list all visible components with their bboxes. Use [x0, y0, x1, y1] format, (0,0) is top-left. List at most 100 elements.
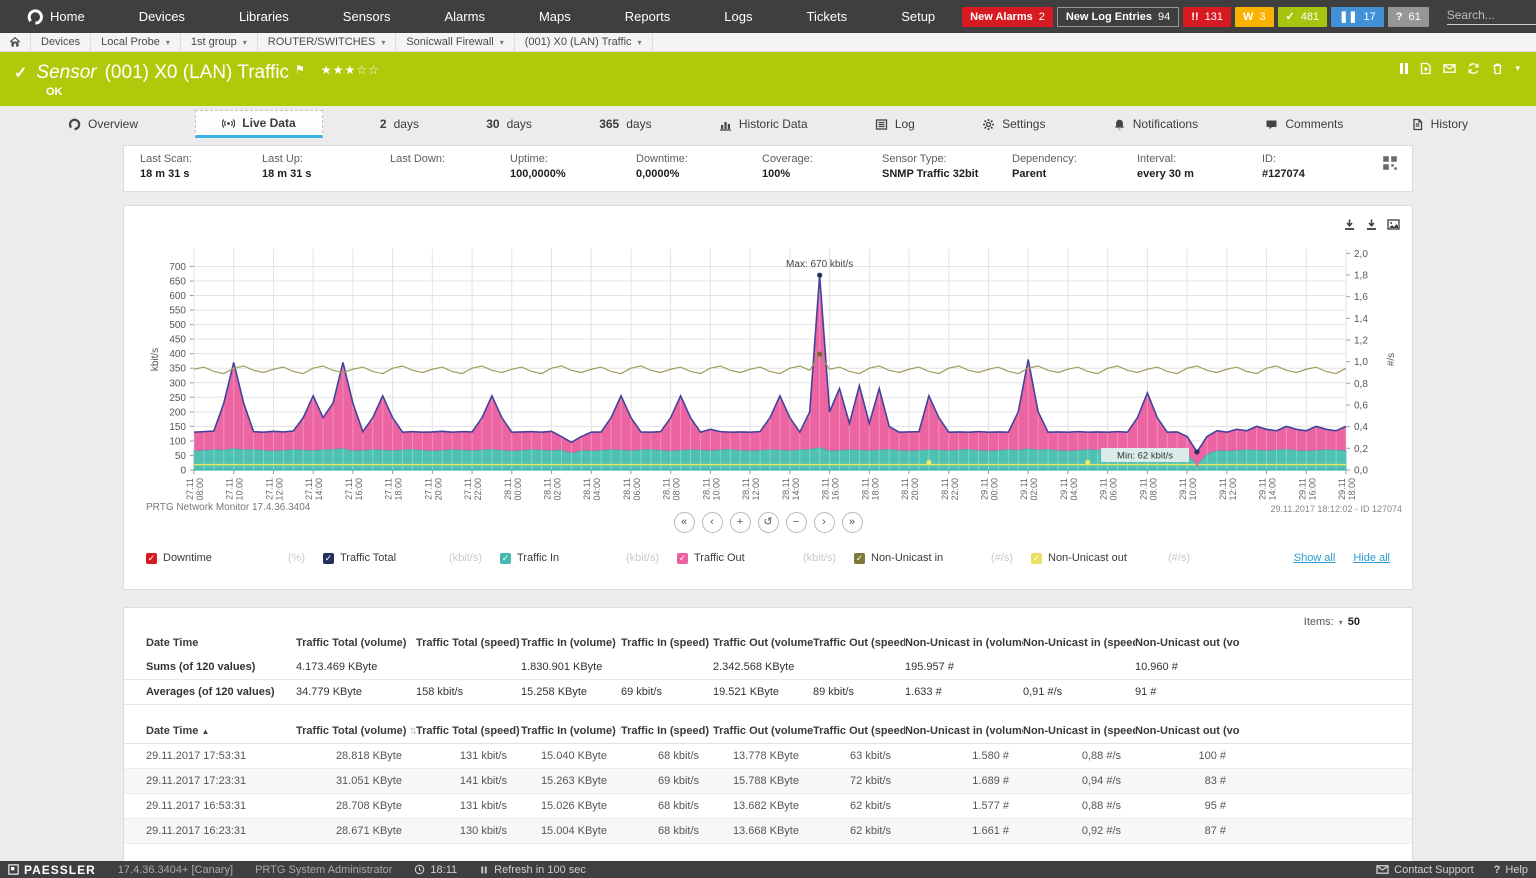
- chart-zoom-out-button[interactable]: −: [786, 512, 807, 533]
- tab-live-data[interactable]: Live Data: [195, 110, 322, 138]
- nav-sensors[interactable]: Sensors: [316, 0, 418, 33]
- flag-icon[interactable]: ⚑: [295, 63, 305, 76]
- column-header-date-time[interactable]: Date Time: [146, 637, 296, 649]
- column-header-non-unicast-out-volume-[interactable]: Non-Unicast out (volume): [1135, 637, 1240, 649]
- tab-log[interactable]: Log: [865, 111, 925, 137]
- contact-support-link[interactable]: Contact Support: [1376, 863, 1474, 876]
- help-link[interactable]: ? Help: [1494, 864, 1528, 876]
- breadcrumb-devices[interactable]: Devices: [31, 33, 91, 51]
- column-header-traffic-total-volume-[interactable]: Traffic Total (volume): [296, 637, 416, 649]
- legend-checkbox[interactable]: ✓: [677, 553, 688, 564]
- column-header-traffic-out-speed-[interactable]: Traffic Out (speed): [813, 637, 905, 649]
- column-header-non-unicast-in-speed-[interactable]: Non-Unicast in (speed): [1023, 637, 1135, 649]
- column-header-non-unicast-in-speed-[interactable]: Non-Unicast in (speed) ⇅: [1023, 725, 1135, 737]
- column-header-traffic-out-speed-[interactable]: Traffic Out (speed) ⇅: [813, 725, 905, 737]
- table-row[interactable]: 29.11.2017 16:53:3128.708 KByte131 kbit/…: [124, 794, 1412, 819]
- chart-step-forward-button[interactable]: ›: [814, 512, 835, 533]
- chart-fast-backward-button[interactable]: «: [674, 512, 695, 533]
- table-row[interactable]: 29.11.2017 17:23:3131.051 KByte141 kbit/…: [124, 769, 1412, 794]
- star-icon[interactable]: ★: [344, 63, 356, 77]
- column-header-non-unicast-in-volume-[interactable]: Non-Unicast in (volume) ⇅: [905, 725, 1023, 737]
- legend-checkbox[interactable]: ✓: [500, 553, 511, 564]
- star-icon[interactable]: ☆: [368, 63, 380, 77]
- download-graph-icon[interactable]: [1343, 218, 1356, 231]
- column-header-traffic-in-speed-[interactable]: Traffic In (speed): [621, 637, 713, 649]
- star-icon[interactable]: ★: [321, 63, 333, 77]
- items-count-control[interactable]: Items: ▾ 50: [124, 608, 1412, 630]
- nav-libraries[interactable]: Libraries: [212, 0, 316, 33]
- chart-step-backward-button[interactable]: ‹: [702, 512, 723, 533]
- download-data-icon[interactable]: [1365, 218, 1378, 231]
- breadcrumb-local-probe[interactable]: Local Probe▾: [91, 33, 181, 51]
- tab-365-days[interactable]: 365days: [589, 111, 661, 137]
- more-caret-icon[interactable]: ▾: [1515, 63, 1520, 74]
- footer-refresh[interactable]: Refresh in 100 sec: [479, 864, 586, 876]
- legend-checkbox[interactable]: ✓: [1031, 553, 1042, 564]
- tab-settings[interactable]: Settings: [972, 111, 1055, 137]
- legend-checkbox[interactable]: ✓: [323, 553, 334, 564]
- tab-2-days[interactable]: 2days: [370, 111, 429, 137]
- tab-comments[interactable]: Comments: [1255, 111, 1353, 137]
- show-all-link[interactable]: Show all: [1294, 552, 1336, 564]
- sensors-paused-badge[interactable]: ❚❚17: [1331, 7, 1384, 27]
- refresh-icon[interactable]: [1467, 62, 1480, 75]
- nav-tickets[interactable]: Tickets: [779, 0, 874, 33]
- chart-reset-button[interactable]: ↺: [758, 512, 779, 533]
- star-icon[interactable]: ☆: [356, 63, 368, 77]
- breadcrumb-sonicwall-firewall[interactable]: Sonicwall Firewall▾: [396, 33, 514, 51]
- sensors-unknown-badge[interactable]: ?61: [1388, 7, 1429, 27]
- sensors-warning-badge[interactable]: W3: [1235, 7, 1274, 27]
- nav-home[interactable]: Home: [0, 0, 112, 33]
- breadcrumb-1st-group[interactable]: 1st group▾: [181, 33, 258, 51]
- max-annotation: Max: 670 kbit/s: [786, 259, 853, 270]
- chart-fast-forward-button[interactable]: »: [842, 512, 863, 533]
- breadcrumb--001-x0-lan-traffic[interactable]: (001) X0 (LAN) Traffic▾: [515, 33, 653, 51]
- sensors-up-badge[interactable]: ✓481: [1278, 7, 1328, 27]
- new-log-entries-button[interactable]: New Log Entries94: [1057, 7, 1179, 27]
- paessler-logo[interactable]: PAESSLER: [8, 863, 96, 877]
- image-export-icon[interactable]: [1387, 218, 1400, 231]
- legend-checkbox[interactable]: ✓: [854, 553, 865, 564]
- new-alarms-button[interactable]: New Alarms2: [962, 7, 1053, 27]
- nav-devices[interactable]: Devices: [112, 0, 212, 33]
- qr-code-icon[interactable]: [1382, 155, 1398, 191]
- breadcrumb-router-switches[interactable]: ROUTER/SWITCHES▾: [258, 33, 397, 51]
- email-icon[interactable]: [1443, 62, 1456, 75]
- nav-alarms[interactable]: Alarms: [418, 0, 512, 33]
- delete-icon[interactable]: [1491, 62, 1504, 75]
- report-icon[interactable]: [1419, 62, 1432, 75]
- column-header-traffic-total-volume-[interactable]: Traffic Total (volume) ⇅: [296, 725, 416, 737]
- column-header-traffic-out-volume-[interactable]: Traffic Out (volume) ⇅: [713, 725, 813, 737]
- legend-checkbox[interactable]: ✓: [146, 553, 157, 564]
- column-header-traffic-in-speed-[interactable]: Traffic In (speed) ⇅: [621, 725, 713, 737]
- column-header-date-time[interactable]: Date Time ▲: [146, 725, 296, 737]
- tab-30-days[interactable]: 30days: [476, 111, 542, 137]
- column-header-non-unicast-in-volume-[interactable]: Non-Unicast in (volume): [905, 637, 1023, 649]
- table-row[interactable]: 29.11.2017 17:53:3128.818 KByte131 kbit/…: [124, 744, 1412, 769]
- column-header-traffic-total-speed-[interactable]: Traffic Total (speed) ⇅: [416, 725, 521, 737]
- tab-notifications[interactable]: Notifications: [1103, 111, 1208, 137]
- priority-stars[interactable]: ★★★☆☆: [321, 63, 380, 77]
- breadcrumb-home-icon[interactable]: [0, 33, 31, 51]
- hide-all-link[interactable]: Hide all: [1353, 552, 1390, 564]
- pause-icon[interactable]: [1400, 63, 1408, 74]
- nav-reports[interactable]: Reports: [598, 0, 698, 33]
- column-header-traffic-total-speed-[interactable]: Traffic Total (speed): [416, 637, 521, 649]
- tab-overview[interactable]: Overview: [58, 111, 148, 137]
- column-header-non-unicast-out-volume-[interactable]: Non-Unicast out (volume) ⇅: [1135, 725, 1240, 737]
- column-header-traffic-in-volume-[interactable]: Traffic In (volume): [521, 637, 621, 649]
- table-row[interactable]: 29.11.2017 16:23:3128.671 KByte130 kbit/…: [124, 819, 1412, 844]
- svg-text:16:00: 16:00: [354, 478, 364, 501]
- column-header-traffic-in-volume-[interactable]: Traffic In (volume) ⇅: [521, 725, 621, 737]
- nav-logs[interactable]: Logs: [697, 0, 779, 33]
- nav-setup[interactable]: Setup: [874, 0, 962, 33]
- star-icon[interactable]: ★: [333, 63, 345, 77]
- sensors-error-badge[interactable]: !!131: [1183, 7, 1231, 27]
- unknown-icon: ?: [1396, 11, 1403, 23]
- column-header-traffic-out-volume-[interactable]: Traffic Out (volume): [713, 637, 813, 649]
- nav-maps[interactable]: Maps: [512, 0, 598, 33]
- tab-history[interactable]: History: [1401, 111, 1478, 137]
- search-input[interactable]: [1447, 8, 1536, 22]
- chart-zoom-in-button[interactable]: +: [730, 512, 751, 533]
- tab-historic-data[interactable]: Historic Data: [709, 111, 818, 137]
